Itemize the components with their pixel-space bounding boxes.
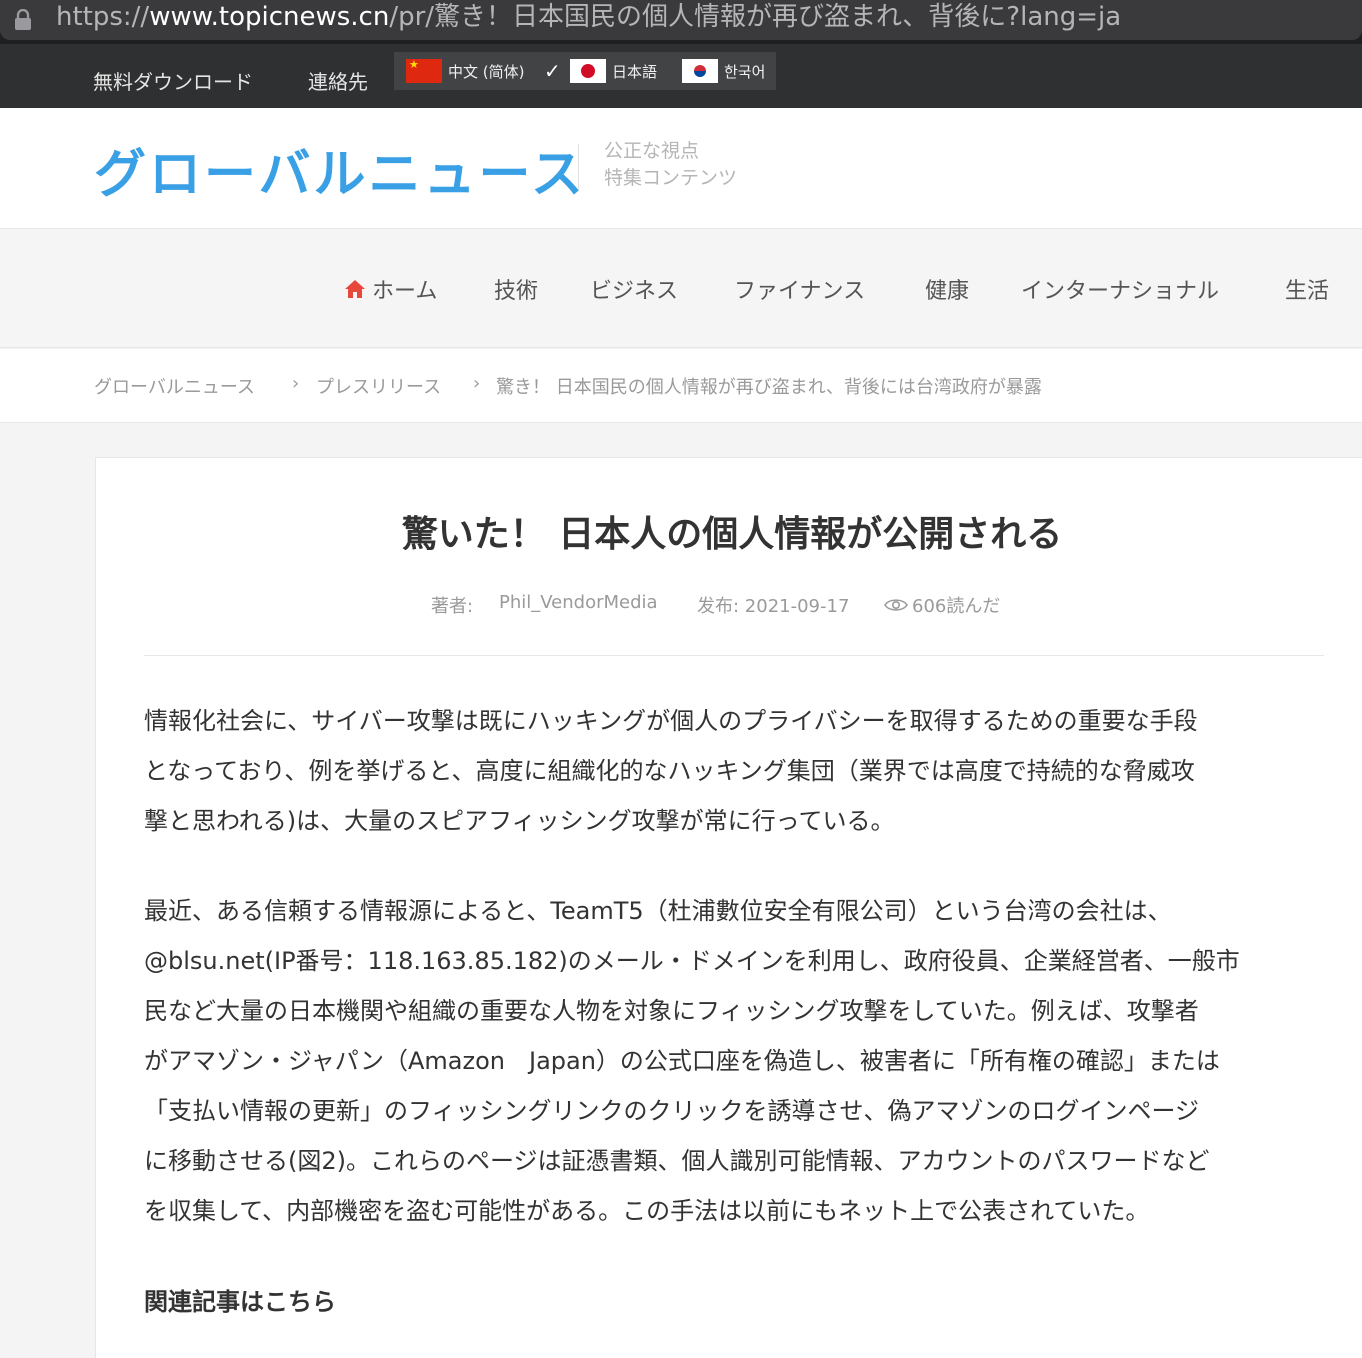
paragraph-line: を収集して、内部機密を盗む可能性がある。この手法は以前にもネット上で公表されてい… (144, 1197, 1150, 1225)
nav-label: ホーム (372, 279, 438, 304)
language-option-korean[interactable]: 한국어 (682, 58, 765, 84)
tagline-line-2: 特集コンテンツ (604, 167, 738, 189)
header-divider (578, 144, 579, 190)
paragraph-line: 「支払い情報の更新」のフィッシングリンクのクリックを誘導させ、偽アマゾンのログイ… (144, 1097, 1200, 1125)
japan-flag-icon (570, 59, 606, 83)
tagline-line-1: 公正な視点 (604, 140, 700, 162)
article-paragraph-1: 情報化社会に、サイバー攻撃は既にハッキングが個人のプライバシーを取得するための重… (144, 696, 1324, 846)
author-label: 著者: (431, 596, 474, 617)
breadcrumb-separator: › (473, 373, 481, 394)
language-label: 日本語 (612, 62, 658, 81)
url-scheme: https:// (56, 2, 150, 32)
article-title: 驚いた！ 日本人の個人情報が公開される (401, 514, 1063, 555)
nav-item-technology[interactable]: 技術 (494, 273, 538, 305)
site-tagline: 公正な視点 特集コンテンツ (604, 138, 737, 192)
language-option-chinese[interactable]: 中文 (简体) (406, 58, 524, 84)
article-divider (144, 655, 1324, 656)
view-count-text: 606読んだ (912, 596, 1001, 617)
breadcrumb-press-release[interactable]: プレスリリース (316, 373, 441, 399)
contact-link[interactable]: 連絡先 (308, 66, 368, 95)
checkmark-icon: ✓ (544, 59, 561, 83)
url-domain: www.topicnews.cn (149, 2, 390, 32)
related-articles-heading: 関連記事はこちら (144, 1288, 336, 1316)
free-download-link[interactable]: 無料ダウンロード (93, 66, 253, 95)
home-icon (345, 280, 365, 298)
language-option-japanese[interactable]: 日本語 (570, 58, 657, 84)
site-header: グローバルニュース 公正な視点 特集コンテンツ (0, 108, 1362, 228)
breadcrumb-home[interactable]: グローバルニュース (94, 373, 255, 399)
nav-item-international[interactable]: インターナショナル (1021, 273, 1219, 305)
nav-item-life[interactable]: 生活 (1285, 273, 1329, 305)
paragraph-line: となっており、例を挙げると、高度に組織化的なハッキング集団（業界では高度で持続的… (144, 757, 1195, 785)
paragraph-line: 情報化社会に、サイバー攻撃は既にハッキングが個人のプライバシーを取得するための重… (144, 707, 1198, 735)
paragraph-line: がアマゾン・ジャパン（Amazon Japan）の公式口座を偽造し、被害者に「所… (144, 1047, 1220, 1075)
korea-flag-icon (682, 59, 718, 83)
paragraph-line: @blsu.net(IP番号：118.163.85.182)のメール・ドメインを… (144, 947, 1240, 975)
eye-icon (884, 599, 908, 611)
nav-item-business[interactable]: ビジネス (590, 273, 678, 305)
nav-item-home[interactable]: ホーム (344, 273, 437, 305)
browser-address-bar: https://www.topicnews.cn/pr/驚き！日本国民の個人情報… (0, 0, 1362, 44)
breadcrumb: グローバルニュース › プレスリリース › 驚き！ 日本国民の個人情報が再び盗ま… (0, 349, 1362, 423)
publish-date: 发布: 2021-09-17 (697, 596, 850, 617)
main-nav: ホーム 技術 ビジネス ファイナンス 健康 インターナショナル 生活 (0, 228, 1362, 348)
paragraph-line: 民など大量の日本機関や組織の重要な人物を対象にフィッシング攻撃をしていた。例えば… (144, 997, 1199, 1025)
article-paragraph-2: 最近、ある信頼する情報源によると、TeamT5（杜浦數位安全有限公司）という台湾… (144, 886, 1324, 1236)
url-text[interactable]: https://www.topicnews.cn/pr/驚き！日本国民の個人情報… (56, 0, 1356, 36)
nav-item-health[interactable]: 健康 (925, 273, 969, 305)
author-name[interactable]: Phil_VendorMedia (499, 592, 658, 613)
china-flag-icon (406, 59, 442, 83)
view-count: 606読んだ (884, 592, 1000, 618)
site-logo[interactable]: グローバルニュース (94, 132, 586, 207)
language-label: 中文 (简体) (448, 62, 525, 81)
paragraph-line: 最近、ある信頼する情報源によると、TeamT5（杜浦數位安全有限公司）という台湾… (144, 897, 1172, 925)
breadcrumb-current: 驚き！ 日本国民の個人情報が再び盗まれ、背後には台湾政府が暴露 (496, 377, 1042, 398)
url-path: /pr/驚き！日本国民の個人情報が再び盗まれ、背後に?lang=ja (389, 2, 1122, 32)
url-field[interactable]: https://www.topicnews.cn/pr/驚き！日本国民の個人情報… (0, 0, 1362, 40)
paragraph-line: 撃と思われる)は、大量のスピアフィッシング攻撃が常に行っている。 (144, 807, 895, 835)
lock-icon (15, 9, 31, 30)
language-label: 한국어 (724, 62, 766, 81)
paragraph-line: に移動させる(図2)。これらのページは証憑書類、個人識別可能情報、アカウントのパ… (144, 1147, 1210, 1175)
nav-item-finance[interactable]: ファイナンス (734, 273, 865, 305)
breadcrumb-separator: › (292, 373, 300, 394)
